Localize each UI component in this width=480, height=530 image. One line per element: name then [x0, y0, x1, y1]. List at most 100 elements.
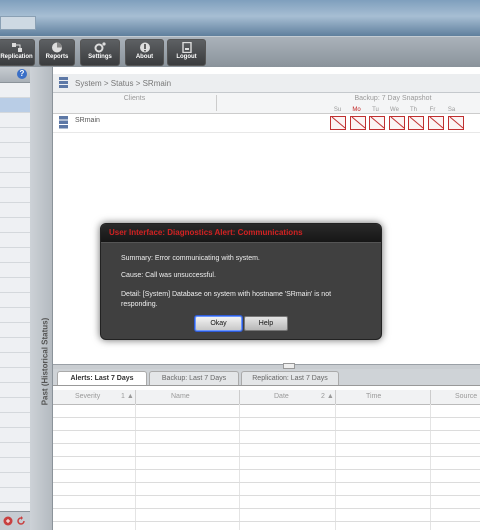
day-label: Th — [409, 107, 417, 113]
sidebar-item[interactable] — [0, 428, 30, 443]
day-label-today: Mo — [352, 107, 361, 113]
column-divider — [430, 390, 431, 404]
sidebar-item[interactable] — [0, 308, 30, 323]
sidebar-item[interactable] — [0, 173, 30, 188]
reports-button[interactable]: Reports — [39, 39, 75, 66]
column-sort-1[interactable]: 1 ▲ — [121, 393, 134, 400]
replication-button[interactable]: Replication — [0, 39, 35, 66]
tab-backup[interactable]: Backup: Last 7 Days — [149, 371, 239, 385]
dialog-summary: Summary: Error communicating with system… — [121, 255, 260, 262]
backup-status-failed[interactable] — [350, 116, 366, 130]
backup-status-failed[interactable] — [448, 116, 464, 130]
sidebar-item[interactable] — [0, 113, 30, 128]
client-name: SRmain — [75, 117, 100, 124]
alerts-table-header: Severity 1 ▲ Name Date 2 ▲ Time Source — [53, 390, 480, 405]
sidebar-item[interactable] — [0, 218, 30, 233]
sidebar-item[interactable] — [0, 83, 30, 98]
sidebar-item[interactable] — [0, 143, 30, 158]
dialog-detail: Detail: [System] Database on system with… — [121, 291, 332, 308]
table-row[interactable] — [53, 496, 480, 509]
sidebar-item[interactable] — [0, 248, 30, 263]
replication-icon — [11, 43, 22, 52]
tab-replication[interactable]: Replication: Last 7 Days — [241, 371, 339, 385]
sidebar-footer — [0, 511, 30, 530]
sidebar-item[interactable] — [0, 353, 30, 368]
settings-button[interactable]: Settings — [80, 39, 120, 66]
backup-status-failed[interactable] — [389, 116, 405, 130]
table-row[interactable] — [53, 483, 480, 496]
sidebar-item[interactable] — [0, 413, 30, 428]
about-button[interactable]: About — [125, 39, 164, 66]
sidebar-item[interactable] — [0, 473, 30, 488]
about-label: About — [135, 54, 154, 60]
column-severity[interactable]: Severity — [75, 393, 100, 400]
sidebar-item[interactable] — [0, 128, 30, 143]
sidebar-item-selected[interactable] — [0, 98, 30, 113]
sidebar-item[interactable] — [0, 263, 30, 278]
sidebar-item[interactable] — [0, 488, 30, 503]
table-row[interactable] — [53, 431, 480, 444]
sidebar-item[interactable] — [0, 458, 30, 473]
logout-label: Logout — [176, 54, 197, 60]
diagnostics-alert-dialog: User Interface: Diagnostics Alert: Commu… — [100, 223, 382, 340]
clients-table-header: Clients Backup: 7 Day Snapshot Su Mo Tu We T… — [53, 93, 480, 114]
about-icon — [139, 42, 150, 53]
breadcrumb-text: System > Status > SRmain — [75, 79, 172, 88]
sidebar-item[interactable] — [0, 383, 30, 398]
column-divider — [135, 390, 136, 404]
tab-alerts[interactable]: Alerts: Last 7 Days — [57, 371, 147, 385]
alerts-tabbar: Alerts: Last 7 Days Backup: Last 7 Days … — [53, 369, 480, 386]
sidebar-item[interactable] — [0, 278, 30, 293]
column-source[interactable]: Source — [455, 393, 477, 400]
refresh-icon[interactable] — [16, 516, 26, 526]
table-row[interactable] — [53, 444, 480, 457]
day-label: Fr — [429, 107, 436, 113]
column-sort-2[interactable]: 2 ▲ — [321, 393, 334, 400]
sidebar-header: ? — [0, 67, 30, 83]
help-button[interactable]: Help — [244, 316, 288, 331]
column-time[interactable]: Time — [366, 393, 381, 400]
database-icon — [59, 77, 68, 88]
column-date[interactable]: Date — [274, 393, 289, 400]
day-label: We — [390, 107, 399, 113]
reports-icon — [52, 42, 62, 53]
day-labels: Su Mo Tu We Th Fr Sa — [328, 104, 461, 113]
sidebar-item[interactable] — [0, 443, 30, 458]
backup-status-failed[interactable] — [428, 116, 444, 130]
backup-status-failed[interactable] — [369, 116, 385, 130]
help-icon[interactable]: ? — [17, 69, 27, 79]
backup-status-failed[interactable] — [408, 116, 424, 130]
column-name[interactable]: Name — [171, 393, 190, 400]
sidebar-item[interactable] — [0, 398, 30, 413]
reports-label: Reports — [45, 54, 69, 60]
client-row[interactable]: SRmain — [53, 114, 480, 133]
column-divider — [239, 390, 240, 404]
main-toolbar: Replication Reports Settings About Logou… — [0, 36, 480, 68]
sidebar-item[interactable] — [0, 158, 30, 173]
table-row[interactable] — [53, 509, 480, 522]
sidebar-item[interactable] — [0, 323, 30, 338]
table-row[interactable] — [53, 405, 480, 418]
column-divider — [335, 390, 336, 404]
table-row[interactable] — [53, 457, 480, 470]
day-label: Su — [333, 107, 342, 113]
desktop-background — [0, 0, 480, 36]
sidebar-item[interactable] — [0, 188, 30, 203]
sidebar-item[interactable] — [0, 203, 30, 218]
table-row[interactable] — [53, 470, 480, 483]
dialog-title-bar[interactable]: User Interface: Diagnostics Alert: Commu… — [101, 224, 381, 243]
sidebar-item[interactable] — [0, 233, 30, 248]
breadcrumb: System > Status > SRmain — [53, 74, 480, 93]
sidebar-item[interactable] — [0, 293, 30, 308]
historical-status-tab[interactable]: Past (Historical Status) — [30, 67, 53, 530]
add-icon[interactable] — [3, 516, 13, 526]
sidebar-item[interactable] — [0, 368, 30, 383]
table-row[interactable] — [53, 418, 480, 431]
server-icon — [59, 116, 68, 129]
settings-label: Settings — [88, 54, 112, 60]
logout-button[interactable]: Logout — [167, 39, 206, 66]
backup-status-failed[interactable] — [330, 116, 346, 130]
okay-button[interactable]: Okay — [195, 316, 242, 331]
dialog-title: User Interface: Diagnostics Alert: Commu… — [109, 228, 303, 237]
sidebar-item[interactable] — [0, 338, 30, 353]
